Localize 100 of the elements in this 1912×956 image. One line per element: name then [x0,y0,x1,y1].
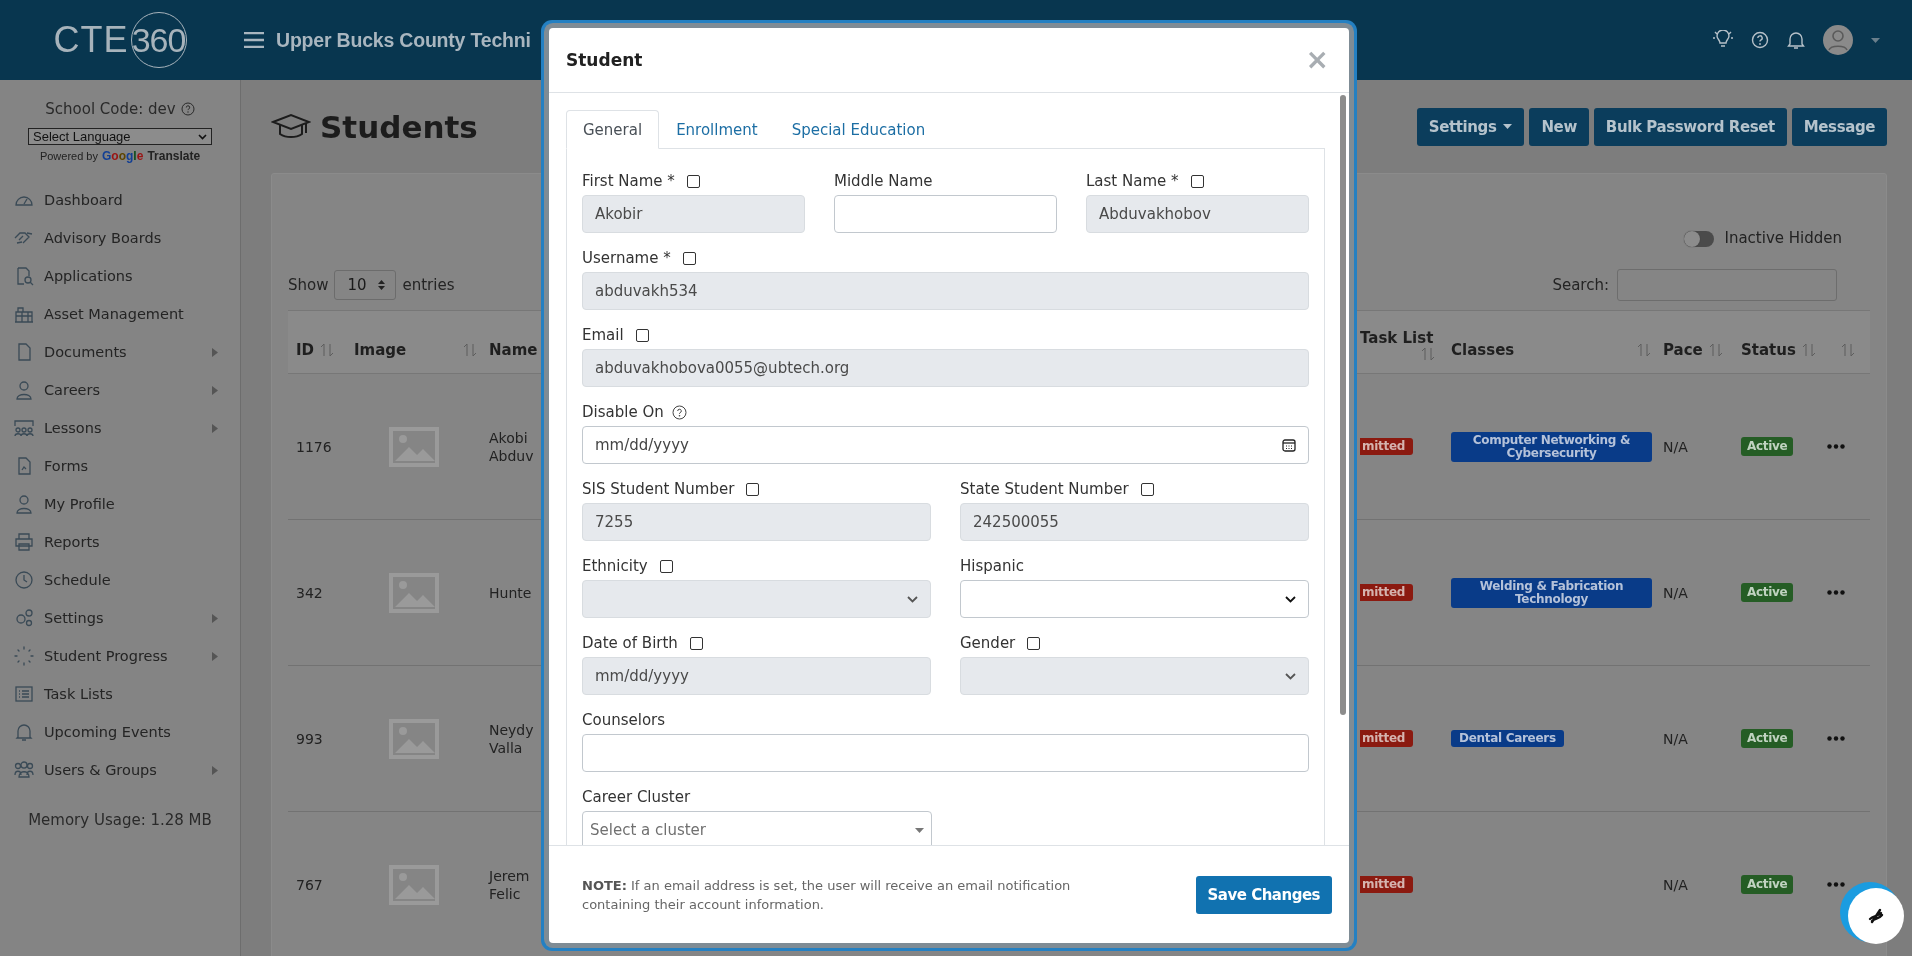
nav-item[interactable]: Advisory Boards [0,219,240,257]
calendar-icon[interactable] [1282,438,1296,452]
column-header[interactable]: Pace [1663,341,1703,359]
language-select[interactable]: Select Language [28,128,212,145]
column-header[interactable]: Task List [1360,329,1434,347]
field-label: Counselors [582,711,666,729]
field-label: State Student Number [960,480,1129,498]
lightbulb-icon[interactable] [1713,30,1733,50]
more-icon[interactable] [1827,590,1845,595]
help-icon[interactable] [1751,31,1769,49]
nav-item[interactable]: Upcoming Events [0,713,240,751]
table-cell: 993 [296,730,323,747]
printer-icon [14,532,34,552]
caret-icon [1503,124,1513,129]
submenu-arrow-icon [212,651,218,661]
nav-item[interactable]: Reports [0,523,240,561]
more-icon[interactable] [1827,882,1845,887]
submenu-arrow-icon [212,765,218,775]
toggle-switch[interactable] [1684,231,1715,247]
field-label: Gender [960,634,1016,652]
gears-icon [14,608,34,628]
field-label: Username * [582,249,671,267]
nav-item[interactable]: Applications [0,257,240,295]
google-logo: Google [102,149,144,163]
toolbar-button[interactable]: Bulk Password Reset [1593,107,1787,146]
class-badge: Welding & Fabrication Technology [1451,577,1652,608]
nav-item[interactable]: Dashboard [0,181,240,219]
school-code: School Code: dev [45,100,176,118]
more-icon[interactable] [1827,444,1845,449]
toolbar-button[interactable]: Message [1791,107,1887,146]
field-label: Email [582,326,624,344]
search-field[interactable] [1617,269,1837,301]
nav-item[interactable]: Lessons [0,409,240,447]
submenu-arrow-icon [212,347,218,357]
graduation-cap-icon [271,112,311,141]
select-field[interactable] [960,580,1309,618]
help-icon[interactable] [671,404,687,420]
class-badge: Dental Careers [1451,730,1564,747]
chevron-down-icon [198,133,207,140]
task-status-badge: mitted [1360,438,1414,455]
task-status-badge: mitted [1360,584,1414,601]
table-cell: Abduv [489,447,534,464]
toggle-label: Inactive Hidden [1724,229,1842,247]
submenu-arrow-icon [212,613,218,623]
table-cell: Valla [489,739,523,756]
column-header[interactable]: Image [354,341,407,359]
save-changes-button[interactable]: Save Changes [1195,875,1332,914]
chevron-down-icon [907,595,918,603]
field-label: Date of Birth [582,634,678,652]
nav-item[interactable]: Users & Groups [0,751,240,789]
avatar-icon[interactable] [1823,25,1853,55]
table-cell: N/A [1663,438,1688,455]
entries-select[interactable]: 10 [334,270,397,300]
scrollbar[interactable] [1340,95,1346,715]
toolbar-button[interactable]: New [1529,107,1589,146]
table-cell: Felic [489,885,521,902]
field-label: Hispanic [960,557,1024,575]
tab[interactable]: Special Education [774,110,943,149]
page-title: Students [320,108,478,145]
nav-item[interactable]: Forms [0,447,240,485]
caret-icon[interactable] [1871,37,1880,43]
table-cell: 1176 [296,438,332,455]
logo: CTE 360 [53,12,187,68]
nav-item[interactable]: Asset Management [0,295,240,333]
settings-dropdown-button[interactable]: Settings [1416,107,1525,146]
nav-item[interactable]: Student Progress [0,637,240,675]
table-cell: N/A [1663,584,1688,601]
status-badge: Active [1741,437,1794,456]
class-badge: Computer Networking & Cybersecurity [1451,431,1652,462]
email-note: NOTE: If an email address is set, the user will receive an email notification containing their account information. [582,876,1072,914]
status-badge: Active [1741,875,1794,894]
list-icon [14,684,34,704]
table-cell: 342 [296,584,323,601]
group-icon [14,418,34,438]
nav-item[interactable]: Careers [0,371,240,409]
nav-item[interactable]: My Profile [0,485,240,523]
entries-label: entries [402,276,455,294]
cluster-select[interactable]: Select a cluster [582,811,932,845]
table-cell: Neydy [489,721,534,738]
nav-item[interactable]: Schedule [0,561,240,599]
more-icon[interactable] [1827,736,1845,741]
bell-icon[interactable] [1787,30,1805,50]
dialog-title: Student [566,50,643,70]
column-header[interactable]: Name [489,341,538,359]
organization-title: Upper Bucks County Techni [276,28,531,52]
input-field[interactable] [582,734,1309,772]
nav-item[interactable]: Documents [0,333,240,371]
column-header[interactable]: Status [1741,341,1796,359]
caret-icon [914,827,924,833]
nav-item[interactable]: Settings [0,599,240,637]
column-header[interactable]: Classes [1451,341,1515,359]
spinner-arrows-icon [378,280,386,290]
show-label: Show [288,276,329,294]
tab[interactable]: General [566,110,660,149]
tab[interactable]: Enrollment [659,110,775,149]
column-header[interactable]: ID [296,341,315,359]
input-field[interactable] [834,195,1057,233]
menu-icon[interactable] [244,32,264,48]
nav-item[interactable]: Task Lists [0,675,240,713]
date-field[interactable]: mm/dd/yyyy [582,426,1309,464]
